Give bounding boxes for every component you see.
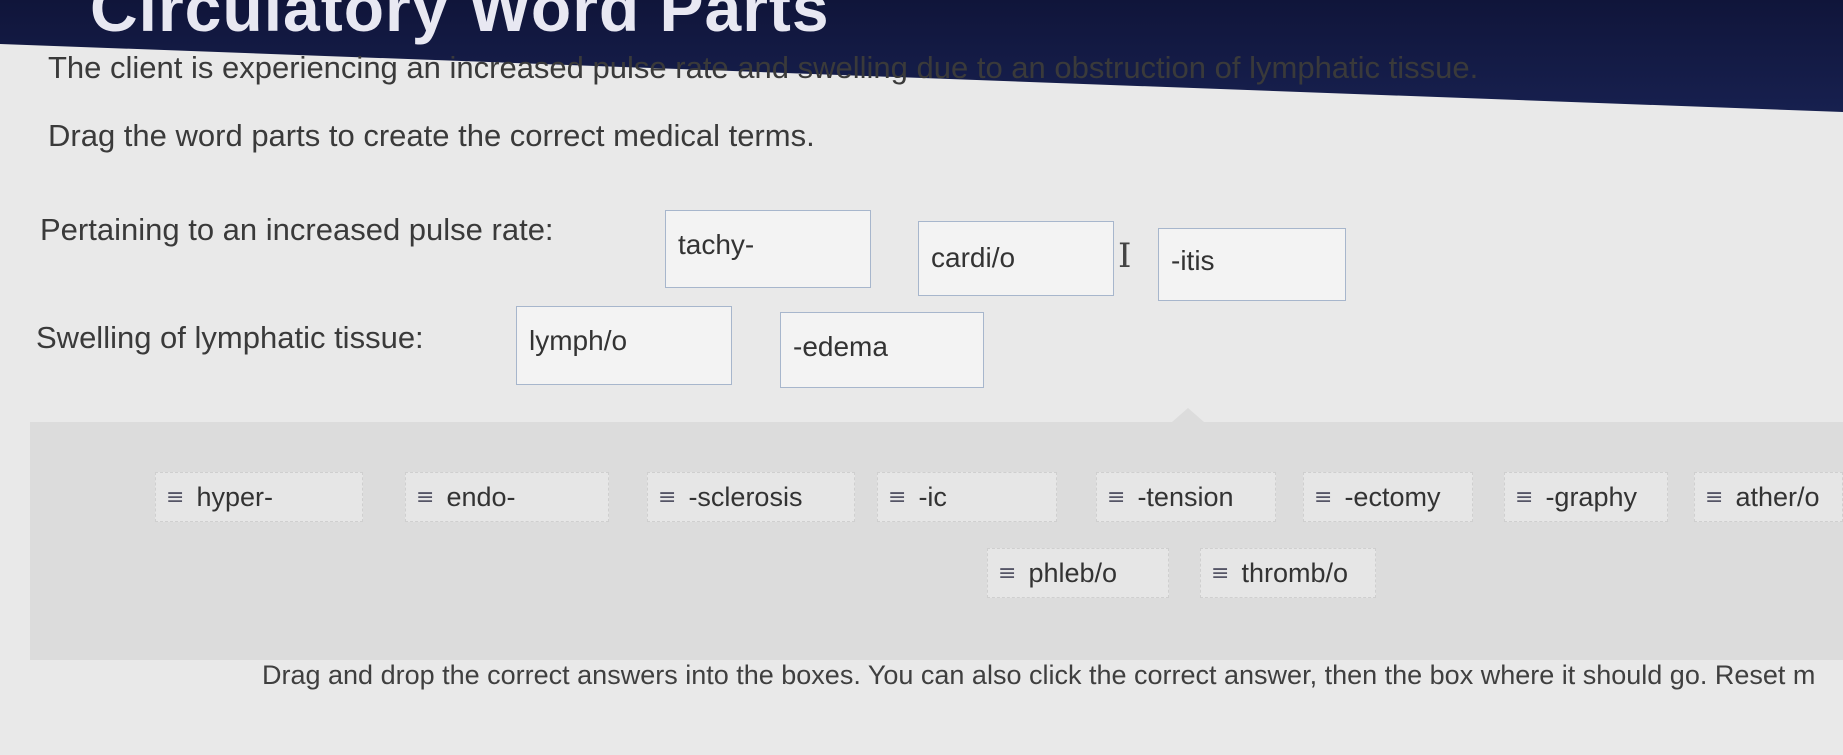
drop-box-pulse-3[interactable]: -itis xyxy=(1158,228,1346,301)
drag-handle-icon: ≡ xyxy=(1211,560,1230,586)
chip-ectomy[interactable]: ≡ -ectomy xyxy=(1303,472,1473,522)
chip-ic[interactable]: ≡ -ic xyxy=(877,472,1057,522)
drag-handle-icon: ≡ xyxy=(1314,484,1333,510)
word-bank xyxy=(30,422,1843,660)
chip-label: thromb/o xyxy=(1241,557,1348,588)
drag-handle-icon: ≡ xyxy=(1515,484,1534,510)
chip-label: -ic xyxy=(918,481,947,512)
drag-handle-icon: ≡ xyxy=(1705,484,1724,510)
drag-handle-icon: ≡ xyxy=(658,484,677,510)
drop-box-swelling-2[interactable]: -edema xyxy=(780,312,984,388)
text-cursor-icon: I xyxy=(1118,236,1132,276)
question-instruction: Drag the word parts to create the correc… xyxy=(48,118,815,153)
drop-box-swelling-1[interactable]: lymph/o xyxy=(516,306,732,385)
question-area: The client is experiencing an increased … xyxy=(0,0,1843,755)
drop-box-pulse-1[interactable]: tachy- xyxy=(665,210,871,288)
chip-label: -ectomy xyxy=(1344,481,1441,512)
chip-phleb[interactable]: ≡ phleb/o xyxy=(987,548,1169,598)
drag-handle-icon: ≡ xyxy=(888,484,907,510)
row-label-swelling: Swelling of lymphatic tissue: xyxy=(36,320,424,355)
chip-label: phleb/o xyxy=(1028,557,1118,588)
chip-sclerosis[interactable]: ≡ -sclerosis xyxy=(647,472,855,522)
chip-ather[interactable]: ≡ ather/o xyxy=(1694,472,1843,522)
chip-label: ather/o xyxy=(1735,481,1820,512)
drag-handle-icon: ≡ xyxy=(416,484,435,510)
chip-label: -graphy xyxy=(1545,481,1637,512)
chip-graphy[interactable]: ≡ -graphy xyxy=(1504,472,1668,522)
drag-handle-icon: ≡ xyxy=(1107,484,1126,510)
chip-hyper[interactable]: ≡ hyper- xyxy=(155,472,363,522)
chip-label: -tension xyxy=(1137,481,1234,512)
chip-label: -sclerosis xyxy=(688,481,803,512)
chip-tension[interactable]: ≡ -tension xyxy=(1096,472,1276,522)
drag-handle-icon: ≡ xyxy=(998,560,1017,586)
chip-label: hyper- xyxy=(196,481,273,512)
chip-thromb[interactable]: ≡ thromb/o xyxy=(1200,548,1376,598)
drag-handle-icon: ≡ xyxy=(166,484,185,510)
chip-label: endo- xyxy=(446,481,516,512)
bank-pointer xyxy=(1172,408,1204,422)
chip-endo[interactable]: ≡ endo- xyxy=(405,472,609,522)
footer-instructions: Drag and drop the correct answers into t… xyxy=(262,660,1816,690)
drop-box-pulse-2[interactable]: cardi/o xyxy=(918,221,1114,296)
question-intro: The client is experiencing an increased … xyxy=(48,50,1479,85)
row-label-pulse-rate: Pertaining to an increased pulse rate: xyxy=(40,212,554,247)
